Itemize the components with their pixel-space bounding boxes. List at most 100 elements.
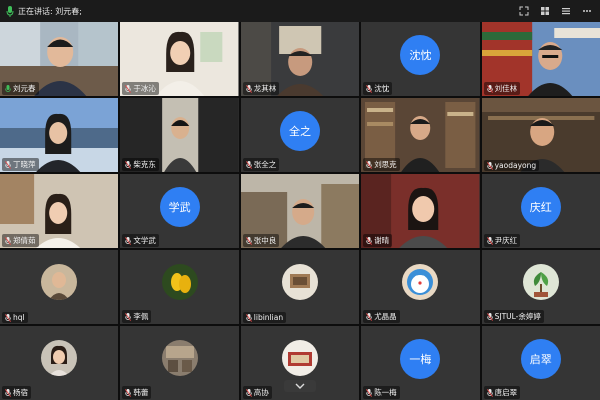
participant-name: 文学武 xyxy=(133,236,156,245)
avatar xyxy=(41,339,78,376)
microphone-icon xyxy=(125,84,132,93)
avatar xyxy=(281,263,318,300)
participant-tile[interactable]: 学武 文学武 xyxy=(120,174,239,248)
participant-name-bar: libinlian xyxy=(242,312,287,323)
participant-name: 龙其林 xyxy=(253,84,277,93)
participant-name-bar: 唐启翠 xyxy=(483,386,521,399)
participant-tile[interactable]: hql xyxy=(0,250,119,324)
participant-name: 杨宿 xyxy=(13,388,28,397)
window-controls xyxy=(517,4,594,18)
microphone-icon xyxy=(366,160,373,169)
participant-name: 沈忱 xyxy=(374,84,390,93)
participant-tile[interactable]: 龙其林 xyxy=(240,22,360,96)
participant-tile[interactable]: 郑倩茹 xyxy=(0,174,119,248)
participant-name-bar: 柴克东 xyxy=(122,158,159,171)
participant-tile[interactable]: 杨宿 xyxy=(0,326,119,400)
participant-tile[interactable]: yaodayong xyxy=(481,98,600,172)
microphone-icon xyxy=(125,160,132,169)
participant-tile[interactable]: 李佩 xyxy=(120,250,239,324)
participant-name: libinlian xyxy=(253,313,284,322)
participant-tile[interactable]: 启翠 唐启翠 xyxy=(481,326,600,400)
participant-tile[interactable]: 丁晓萍 xyxy=(0,98,119,172)
initials-badge: 学武 xyxy=(159,186,200,227)
participant-name-bar: 郑倩茹 xyxy=(2,234,39,247)
participant-name: 尤晶晶 xyxy=(374,312,397,321)
participant-name-bar: SJTUL-余婷婷 xyxy=(483,310,544,323)
participant-tile[interactable]: 尤晶晶 xyxy=(361,250,480,324)
participant-tile[interactable]: 庆红 尹庆红 xyxy=(481,174,600,248)
participant-name-bar: 龙其林 xyxy=(242,82,280,95)
chevron-down-icon[interactable] xyxy=(284,380,316,392)
participant-tile[interactable]: 刘佳林 xyxy=(481,22,600,96)
microphone-icon xyxy=(5,236,11,245)
participant-name: 陈一梅 xyxy=(374,388,397,397)
participant-tile[interactable]: 刘思克 xyxy=(361,98,480,172)
participant-name: yaodayong xyxy=(494,161,537,170)
participant-name: 张全之 xyxy=(253,160,277,169)
list-view-icon[interactable] xyxy=(559,4,573,18)
participant-tile[interactable]: SJTUL-余婷婷 xyxy=(481,250,600,324)
participant-tile[interactable]: 谢晴 xyxy=(361,174,480,248)
participant-name-bar: 尤晶晶 xyxy=(363,310,400,323)
participant-name: SJTUL-余婷婷 xyxy=(494,312,541,321)
participant-name-bar: 刘佳林 xyxy=(483,82,521,95)
participant-name-bar: 于冰沁 xyxy=(122,82,159,95)
participant-name-bar: 沈忱 xyxy=(363,82,393,95)
participant-name: 丁晓萍 xyxy=(13,160,36,169)
avatar xyxy=(522,263,559,300)
participant-tile[interactable]: 韩蕾 xyxy=(120,326,239,400)
participant-tile[interactable]: 刘元春 xyxy=(0,22,119,96)
avatar xyxy=(402,263,439,300)
microphone-icon xyxy=(125,388,132,397)
microphone-icon xyxy=(486,312,493,321)
speaking-label: 正在讲话: 刘元春; xyxy=(18,6,82,16)
participant-tile[interactable]: 于冰沁 xyxy=(120,22,239,96)
initials-badge: 沈忱 xyxy=(400,34,441,75)
participant-tile[interactable]: 柴克东 xyxy=(120,98,239,172)
participant-tile[interactable]: 全之 张全之 xyxy=(240,98,360,172)
microphone-icon xyxy=(245,236,252,245)
microphone-icon xyxy=(245,84,252,93)
participant-name: 张中良 xyxy=(253,236,277,245)
microphone-icon xyxy=(366,312,373,321)
participant-tile[interactable]: 沈忱 沈忱 xyxy=(361,22,480,96)
participant-name: 郑倩茹 xyxy=(13,236,36,245)
participant-tile[interactable]: 一梅 陈一梅 xyxy=(361,326,480,400)
participant-name-bar: 文学武 xyxy=(122,234,159,247)
participant-name-bar: 刘思克 xyxy=(363,158,400,171)
initials-badge: 庆红 xyxy=(520,186,561,227)
participant-name: 尹庆红 xyxy=(494,236,518,245)
participant-name: 柴克东 xyxy=(133,160,156,169)
grid-view-icon[interactable] xyxy=(538,4,552,18)
initials-badge: 一梅 xyxy=(400,338,441,379)
microphone-icon xyxy=(125,236,132,245)
participant-name: hql xyxy=(13,313,25,322)
avatar xyxy=(161,263,198,300)
microphone-icon xyxy=(5,160,11,169)
more-icon[interactable] xyxy=(580,4,594,18)
participant-name-bar: yaodayong xyxy=(483,160,540,171)
microphone-icon xyxy=(366,236,373,245)
microphone-icon xyxy=(486,388,493,397)
participant-name-bar: 陈一梅 xyxy=(363,386,400,399)
participant-tile[interactable]: libinlian xyxy=(240,250,360,324)
participant-name-bar: 丁晓萍 xyxy=(2,158,39,171)
avatar xyxy=(41,263,78,300)
participant-tile[interactable]: 张中良 xyxy=(240,174,360,248)
microphone-icon xyxy=(245,388,252,397)
participant-name: 唐启翠 xyxy=(494,388,518,397)
fullscreen-icon[interactable] xyxy=(517,4,531,18)
microphone-icon xyxy=(366,388,373,397)
microphone-icon xyxy=(486,161,493,170)
microphone-icon xyxy=(5,313,11,322)
microphone-icon xyxy=(245,160,252,169)
microphone-icon xyxy=(5,84,11,92)
participant-name: 高协 xyxy=(253,388,269,397)
participant-name-bar: 张中良 xyxy=(242,234,280,247)
microphone-icon xyxy=(6,5,14,17)
participant-name-bar: 李佩 xyxy=(122,310,152,323)
microphone-icon xyxy=(366,84,373,93)
participant-name-bar: 韩蕾 xyxy=(122,386,152,399)
participant-name-bar: 谢晴 xyxy=(363,234,393,247)
participant-name-bar: 张全之 xyxy=(242,158,280,171)
